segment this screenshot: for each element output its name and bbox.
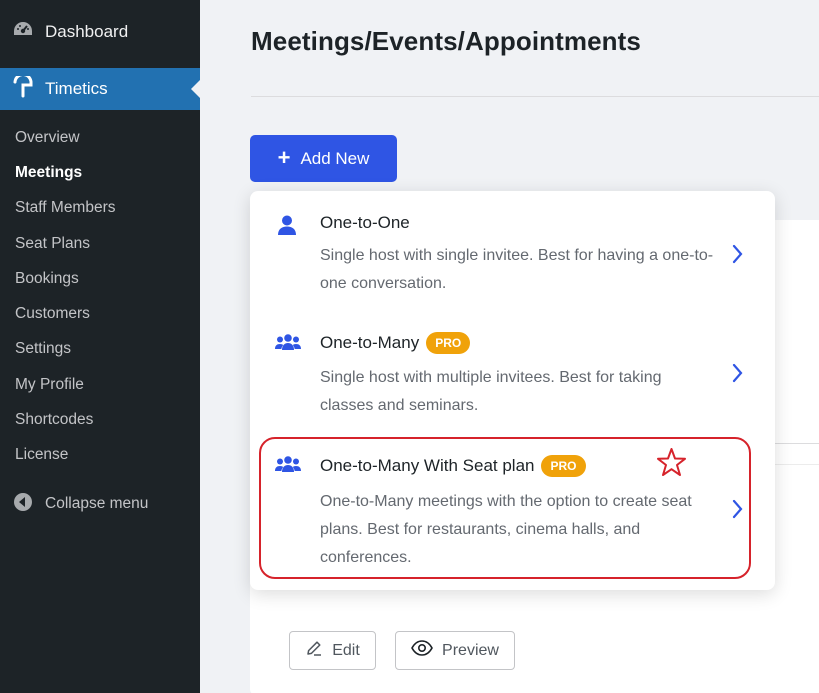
option-one-to-one[interactable]: One-to-One Single host with single invit… (250, 191, 775, 311)
plus-icon: + (277, 144, 291, 170)
submenu-item-settings[interactable]: Settings (0, 332, 200, 367)
chevron-right-icon (730, 362, 744, 389)
submenu-item-shortcodes[interactable]: Shortcodes (0, 402, 200, 437)
add-new-label: Add New (300, 148, 370, 168)
card-divider (774, 464, 819, 465)
option-description: Single host with multiple invitees. Best… (320, 369, 662, 414)
timetics-submenu: Overview Meetings Staff Members Seat Pla… (0, 120, 200, 473)
option-name: One-to-One (320, 213, 410, 233)
preview-button[interactable]: Preview (395, 631, 515, 670)
option-one-to-many[interactable]: One-to-Many PRO Single host with multipl… (250, 311, 775, 436)
pro-badge: PRO (426, 332, 471, 354)
sidebar-item-dashboard[interactable]: Dashboard (0, 13, 200, 51)
admin-sidebar: Dashboard Timetics Overview Meetings Sta… (0, 0, 200, 693)
pencil-icon (305, 639, 332, 662)
timetics-logo-icon (12, 72, 34, 103)
chevron-right-icon (730, 243, 744, 270)
submenu-item-staff-members[interactable]: Staff Members (0, 191, 200, 226)
submenu-item-customers[interactable]: Customers (0, 296, 200, 331)
page-title: Meetings/Events/Appointments (251, 26, 641, 56)
card-divider (774, 443, 819, 444)
submenu-item-bookings[interactable]: Bookings (0, 261, 200, 296)
edit-button[interactable]: Edit (289, 631, 376, 670)
submenu-item-seat-plans[interactable]: Seat Plans (0, 226, 200, 261)
submenu-item-license[interactable]: License (0, 438, 200, 473)
star-icon (656, 447, 687, 482)
preview-label: Preview (442, 641, 499, 659)
sidebar-item-label: Timetics (45, 79, 108, 98)
title-divider (251, 96, 819, 97)
user-icon (274, 213, 300, 242)
collapse-arrow-icon (12, 491, 34, 518)
option-description: Single host with single invitee. Best fo… (320, 247, 714, 292)
submenu-item-my-profile[interactable]: My Profile (0, 367, 200, 402)
option-name-text: One-to-Many (320, 333, 420, 352)
active-indicator-arrow (191, 80, 200, 98)
edit-label: Edit (332, 641, 360, 659)
option-name-text: One-to-One (320, 213, 410, 232)
collapse-menu-button[interactable]: Collapse menu (0, 485, 200, 523)
sidebar-item-label: Dashboard (45, 22, 129, 41)
sidebar-item-timetics[interactable]: Timetics (0, 68, 200, 110)
collapse-menu-label: Collapse menu (45, 495, 149, 512)
submenu-item-overview[interactable]: Overview (0, 120, 200, 155)
submenu-item-meetings[interactable]: Meetings (0, 155, 200, 190)
dashboard-gauge-icon (12, 20, 34, 45)
add-new-button[interactable]: + Add New (250, 135, 397, 182)
users-group-icon (274, 332, 302, 359)
option-name: One-to-Many PRO (320, 332, 471, 354)
eye-icon (411, 640, 442, 661)
